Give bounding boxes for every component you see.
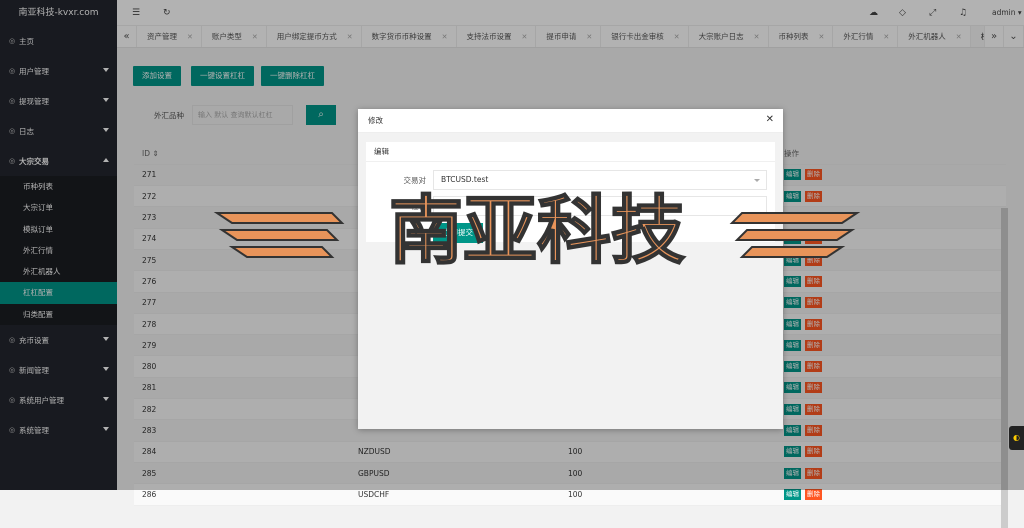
float-widget-icon[interactable]: ◐ <box>1009 426 1024 450</box>
edit-button[interactable]: 编辑 <box>784 488 801 500</box>
form-title: 编辑 <box>366 142 775 162</box>
delete-button[interactable]: 删除 <box>805 488 822 500</box>
watermark-logo: 南亚科技 <box>213 187 861 275</box>
close-icon[interactable]: ✕ <box>766 114 774 125</box>
modal-title: 修改 <box>358 109 783 133</box>
svg-text:南亚科技: 南亚科技 <box>389 188 685 274</box>
